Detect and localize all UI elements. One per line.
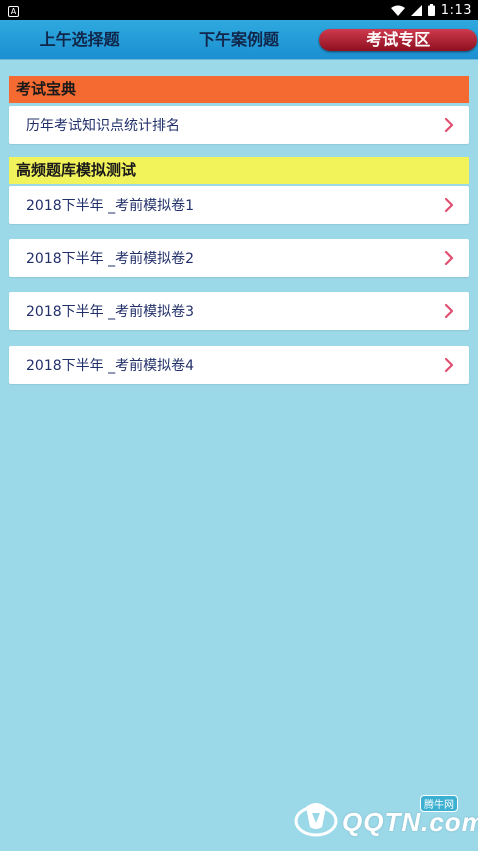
- list-item-knowledge-ranking[interactable]: 历年考试知识点统计排名: [9, 106, 469, 144]
- chevron-right-icon: [444, 357, 454, 373]
- tab-exam-zone[interactable]: 考试专区: [319, 28, 478, 51]
- tab-wrap-3: 考试专区: [319, 28, 478, 51]
- signal-icon: [410, 4, 422, 16]
- tab-wrap-1: 上午选择题: [0, 20, 159, 60]
- tab-wrap-2: 下午案例题: [159, 20, 318, 60]
- battery-icon: [427, 4, 435, 16]
- list-item-mock-test-3[interactable]: 2018下半年 _考前模拟卷3: [9, 292, 469, 330]
- list-item-mock-test-1[interactable]: 2018下半年 _考前模拟卷1: [9, 186, 469, 224]
- status-bar: A 1:13: [0, 0, 478, 20]
- chevron-right-icon: [444, 250, 454, 266]
- item-label: 2018下半年 _考前模拟卷1: [26, 198, 194, 214]
- status-right: 1:13: [390, 2, 472, 18]
- section-header-mock-tests: 高频题库模拟测试: [9, 157, 469, 184]
- wifi-icon: [390, 5, 405, 16]
- item-label: 2018下半年 _考前模拟卷3: [26, 304, 194, 320]
- list-item-mock-test-2[interactable]: 2018下半年 _考前模拟卷2: [9, 239, 469, 277]
- watermark-text: QQTN.com: [342, 807, 478, 837]
- watermark-logo-icon: [294, 803, 338, 837]
- tab-afternoon-case[interactable]: 下午案例题: [159, 20, 318, 60]
- status-left: A: [8, 3, 19, 18]
- notification-icon: A: [8, 5, 19, 17]
- item-label: 历年考试知识点统计排名: [26, 118, 180, 134]
- watermark: QQTN.com 腾牛网: [292, 795, 478, 843]
- section-header-exam-guide: 考试宝典: [9, 76, 469, 103]
- watermark-badge: 腾牛网: [420, 795, 458, 812]
- chevron-right-icon: [444, 197, 454, 213]
- list-item-mock-test-4[interactable]: 2018下半年 _考前模拟卷4: [9, 346, 469, 384]
- tab-morning-choice[interactable]: 上午选择题: [0, 20, 159, 60]
- item-label: 2018下半年 _考前模拟卷2: [26, 251, 194, 267]
- chevron-right-icon: [444, 303, 454, 319]
- tab-bar: 上午选择题 下午案例题 考试专区: [0, 20, 478, 60]
- chevron-right-icon: [444, 117, 454, 133]
- clock-time: 1:13: [440, 2, 472, 18]
- item-label: 2018下半年 _考前模拟卷4: [26, 358, 194, 374]
